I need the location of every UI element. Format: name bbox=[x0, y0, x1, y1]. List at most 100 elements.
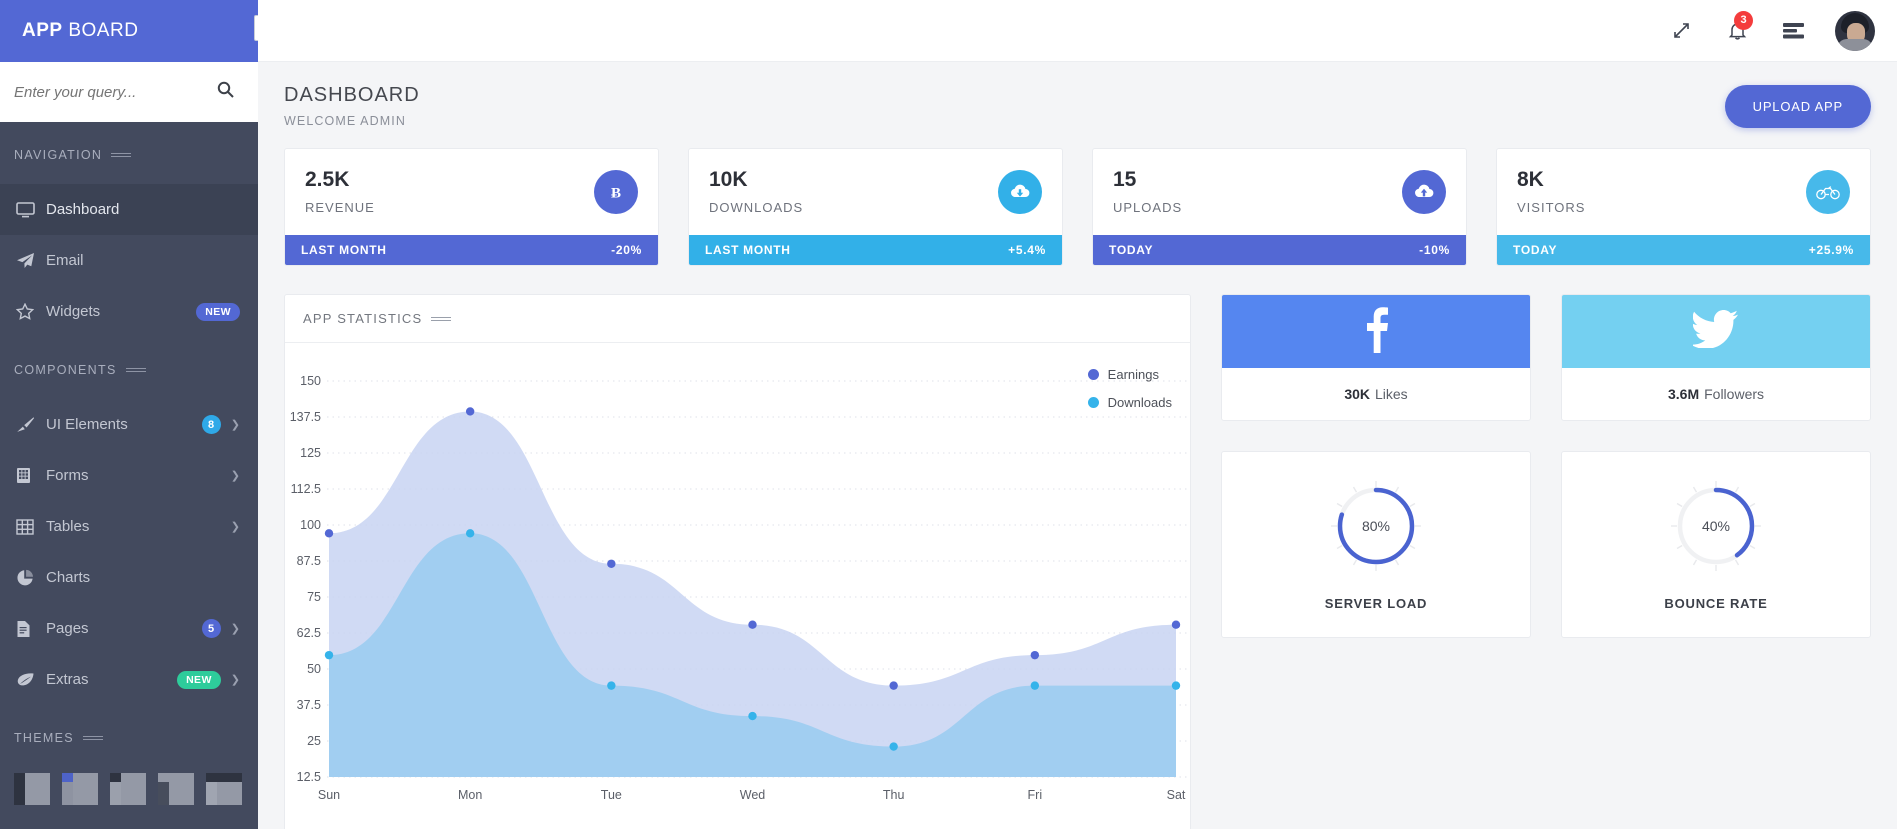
upload-app-button[interactable]: UPLOAD APP bbox=[1724, 84, 1871, 128]
chart-legend: Earnings Downloads bbox=[1087, 367, 1172, 423]
theme-swatch-5[interactable] bbox=[206, 773, 242, 805]
sidebar-item-dashboard[interactable]: Dashboard bbox=[0, 184, 258, 235]
stat-value: 2.5K bbox=[305, 168, 350, 191]
legend-color-dot bbox=[1087, 369, 1099, 380]
table-icon bbox=[16, 518, 46, 535]
social-count: 30K bbox=[1344, 386, 1370, 402]
theme-swatch-1[interactable] bbox=[14, 773, 50, 805]
sidebar-item-tables[interactable]: Tables ❯ bbox=[0, 501, 258, 552]
section-dash-icon bbox=[125, 368, 146, 372]
sidebar-search[interactable] bbox=[0, 62, 258, 122]
twitter-card[interactable]: 3.6M Followers bbox=[1561, 294, 1871, 421]
chart-xtick-label: Fri bbox=[1028, 788, 1043, 802]
leaf-icon bbox=[16, 672, 46, 687]
form-icon bbox=[16, 467, 46, 484]
chevron-right-icon: ❯ bbox=[230, 470, 240, 482]
chart-point bbox=[748, 620, 757, 629]
file-icon bbox=[16, 620, 46, 638]
stat-value: 15 bbox=[1113, 168, 1137, 191]
chart-point bbox=[324, 650, 334, 660]
page-heading-group: DASHBOARD WELCOME ADMIN bbox=[284, 84, 420, 128]
sidebar-section-navigation: NAVIGATION bbox=[0, 122, 258, 184]
bounce-rate-card[interactable]: 40% BOUNCE RATE bbox=[1561, 451, 1871, 638]
sidebar-item-widgets[interactable]: Widgets NEW bbox=[0, 286, 258, 337]
sidebar-section-label: THEMES bbox=[14, 731, 74, 745]
stat-card-uploads[interactable]: 15 UPLOADS TODAY -10% bbox=[1092, 148, 1467, 266]
chart-point bbox=[889, 742, 898, 751]
gauge-value: 80% bbox=[1361, 518, 1391, 534]
search-icon[interactable] bbox=[217, 81, 234, 103]
page-subtitle: WELCOME ADMIN bbox=[284, 114, 406, 128]
sidebar-item-pages[interactable]: Pages 5 ❯ bbox=[0, 603, 258, 654]
card-title: APP STATISTICS bbox=[303, 311, 423, 326]
stat-card-downloads[interactable]: 10K DOWNLOADS LAST MONTH +5.4% bbox=[688, 148, 1063, 266]
dashboard-content: DASHBOARD WELCOME ADMIN UPLOAD APP 2.5K … bbox=[258, 62, 1897, 829]
chart-ytick-label: 125 bbox=[300, 446, 321, 460]
chart-point bbox=[1030, 650, 1040, 660]
bitcoin-icon: Ƀ bbox=[594, 169, 638, 214]
sidebar-section-components: COMPONENTS bbox=[0, 337, 258, 399]
search-input[interactable] bbox=[14, 83, 217, 101]
stat-footer: LAST MONTH -20% bbox=[285, 235, 658, 265]
stat-delta: -10% bbox=[1419, 243, 1450, 257]
legend-label: Downloads bbox=[1107, 395, 1172, 410]
sidebar-item-extras[interactable]: Extras NEW ❯ bbox=[0, 654, 258, 705]
stat-delta: -20% bbox=[611, 243, 642, 257]
bell-icon[interactable]: 3 bbox=[1709, 0, 1765, 62]
sidebar-item-email[interactable]: Email bbox=[0, 235, 258, 286]
legend-color-dot bbox=[1087, 397, 1099, 408]
chart-ytick-label: 25 bbox=[307, 734, 321, 748]
cloud-upload-icon bbox=[1402, 169, 1446, 214]
theme-swatch-3[interactable] bbox=[110, 773, 146, 805]
expand-icon[interactable] bbox=[1653, 0, 1709, 62]
brand-title-bold: APP bbox=[22, 20, 63, 41]
legend-item-earnings[interactable]: Earnings bbox=[1087, 367, 1172, 382]
chart-ytick-label: 50 bbox=[307, 662, 321, 676]
chart-xtick-label: Mon bbox=[458, 788, 482, 802]
theme-swatch-2[interactable] bbox=[62, 773, 98, 805]
social-caption: 30K Likes bbox=[1222, 368, 1530, 420]
sidebar-item-label: Dashboard bbox=[46, 201, 120, 218]
sidebar-item-charts[interactable]: Charts bbox=[0, 552, 258, 603]
chart-point bbox=[465, 529, 475, 538]
stat-footer: TODAY -10% bbox=[1093, 235, 1466, 265]
stat-period: LAST MONTH bbox=[705, 243, 791, 257]
chart-xtick-label: Tue bbox=[601, 788, 622, 802]
chevron-right-icon: ❯ bbox=[230, 521, 240, 533]
chart-xtick-label: Sat bbox=[1167, 788, 1186, 802]
user-avatar[interactable] bbox=[1835, 10, 1875, 51]
social-caption: 3.6M Followers bbox=[1562, 368, 1870, 420]
chart-xtick-label: Sun bbox=[318, 788, 340, 802]
sidebar-section-label: COMPONENTS bbox=[14, 363, 117, 377]
stat-card-visitors[interactable]: 8K VISITORS TODAY +25.9% bbox=[1496, 148, 1871, 266]
sidebar-item-ui-elements[interactable]: UI Elements 8 ❯ bbox=[0, 399, 258, 450]
legend-item-downloads[interactable]: Downloads bbox=[1087, 395, 1172, 410]
sidebar-item-label: Forms bbox=[46, 467, 89, 484]
right-widgets-column: 30K Likes 3.6M Followers 80% SERVER LOAD… bbox=[1221, 294, 1871, 829]
sidebar-item-label: Email bbox=[46, 252, 84, 269]
theme-picker bbox=[0, 767, 258, 805]
svg-text:Ƀ: Ƀ bbox=[611, 185, 621, 201]
sidebar-badge-new: NEW bbox=[177, 670, 221, 689]
sidebar-toggle-icon[interactable] bbox=[254, 15, 258, 41]
brand-title-light: BOARD bbox=[68, 20, 139, 41]
social-card-row: 30K Likes 3.6M Followers bbox=[1221, 294, 1871, 421]
facebook-card[interactable]: 30K Likes bbox=[1221, 294, 1531, 421]
sidebar-item-label: Pages bbox=[46, 620, 89, 637]
menu-list-icon[interactable] bbox=[1765, 0, 1821, 62]
sidebar-item-forms[interactable]: Forms ❯ bbox=[0, 450, 258, 501]
theme-swatch-row bbox=[14, 767, 244, 805]
stat-card-revenue[interactable]: 2.5K REVENUE Ƀ LAST MONTH -20% bbox=[284, 148, 659, 266]
chart-point bbox=[607, 681, 616, 690]
stat-period: LAST MONTH bbox=[301, 243, 387, 257]
sidebar-item-label: Extras bbox=[46, 671, 89, 688]
server-load-card[interactable]: 80% SERVER LOAD bbox=[1221, 451, 1531, 638]
theme-swatch-4[interactable] bbox=[158, 773, 194, 805]
gauge-card-row: 80% SERVER LOAD 40% BOUNCE RATE bbox=[1221, 451, 1871, 638]
sidebar: APP BOARD NAVIGATION bbox=[0, 0, 258, 829]
stat-text-group: 2.5K REVENUE bbox=[305, 168, 375, 215]
page-title: DASHBOARD bbox=[284, 84, 420, 106]
stat-text-group: 15 UPLOADS bbox=[1113, 168, 1182, 215]
app-statistics-chart[interactable]: Earnings Downloads 150 137.5 125 112.5 100 87… bbox=[285, 343, 1190, 829]
monitor-icon bbox=[16, 201, 46, 218]
